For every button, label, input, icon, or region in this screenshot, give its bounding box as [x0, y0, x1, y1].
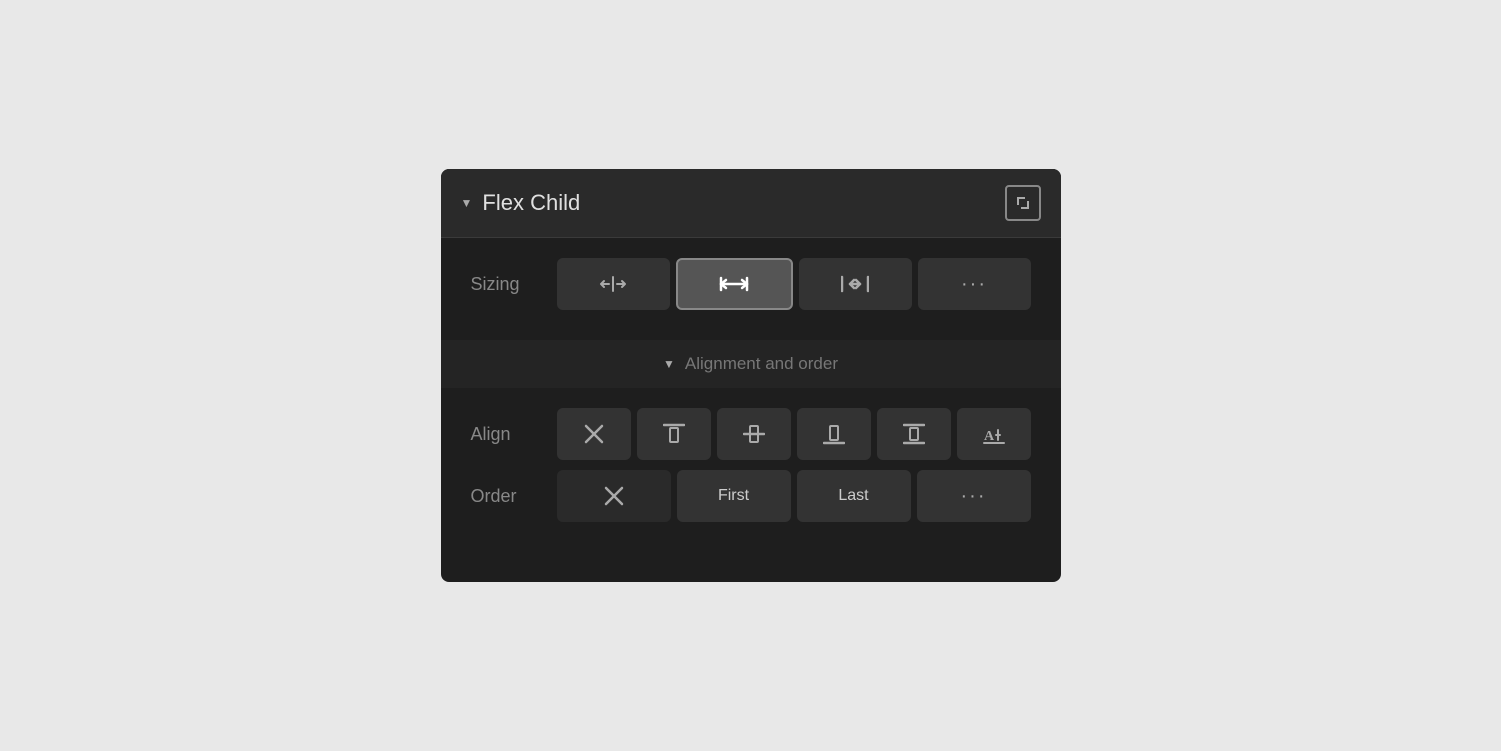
- collapse-chevron[interactable]: ▼: [461, 196, 473, 210]
- align-bottom-button[interactable]: [797, 408, 871, 460]
- order-none-button[interactable]: [557, 470, 671, 522]
- order-last-label: Last: [838, 487, 868, 505]
- order-label: Order: [471, 486, 541, 507]
- sizing-btn-group: ···: [557, 258, 1031, 310]
- panel-title: Flex Child: [482, 190, 580, 216]
- sizing-more-button[interactable]: ···: [918, 258, 1031, 310]
- align-label: Align: [471, 424, 541, 445]
- order-more-button[interactable]: ···: [917, 470, 1031, 522]
- order-btn-group: First Last ···: [557, 470, 1031, 522]
- sizing-section: Sizing: [441, 238, 1061, 340]
- order-first-label: First: [718, 487, 749, 505]
- order-more-dots: ···: [961, 485, 987, 508]
- alignment-section-header: ▼ Alignment and order: [441, 340, 1061, 388]
- align-section: Align: [441, 388, 1061, 552]
- sizing-label: Sizing: [471, 274, 541, 295]
- align-top-button[interactable]: [637, 408, 711, 460]
- align-row: Align: [471, 408, 1031, 460]
- alignment-section-label: Alignment and order: [685, 354, 838, 374]
- sizing-fixed-button[interactable]: [799, 258, 912, 310]
- sizing-row: Sizing: [471, 258, 1031, 310]
- sizing-expand-button[interactable]: [676, 258, 793, 310]
- svg-text:A: A: [984, 429, 995, 444]
- more-dots: ···: [961, 273, 987, 296]
- sizing-shrink-button[interactable]: [557, 258, 670, 310]
- align-center-button[interactable]: [717, 408, 791, 460]
- align-none-button[interactable]: [557, 408, 631, 460]
- order-row: Order First Last: [471, 470, 1031, 522]
- align-stretch-button[interactable]: [877, 408, 951, 460]
- align-btn-group: A: [557, 408, 1031, 460]
- corner-icon-button[interactable]: [1005, 185, 1041, 221]
- align-baseline-button[interactable]: A: [957, 408, 1031, 460]
- panel-title-group: ▼ Flex Child: [461, 190, 581, 216]
- alignment-chevron[interactable]: ▼: [663, 357, 675, 371]
- panel-header: ▼ Flex Child: [441, 169, 1061, 238]
- flex-child-panel: ▼ Flex Child Sizing: [441, 169, 1061, 582]
- order-last-button[interactable]: Last: [797, 470, 911, 522]
- order-first-button[interactable]: First: [677, 470, 791, 522]
